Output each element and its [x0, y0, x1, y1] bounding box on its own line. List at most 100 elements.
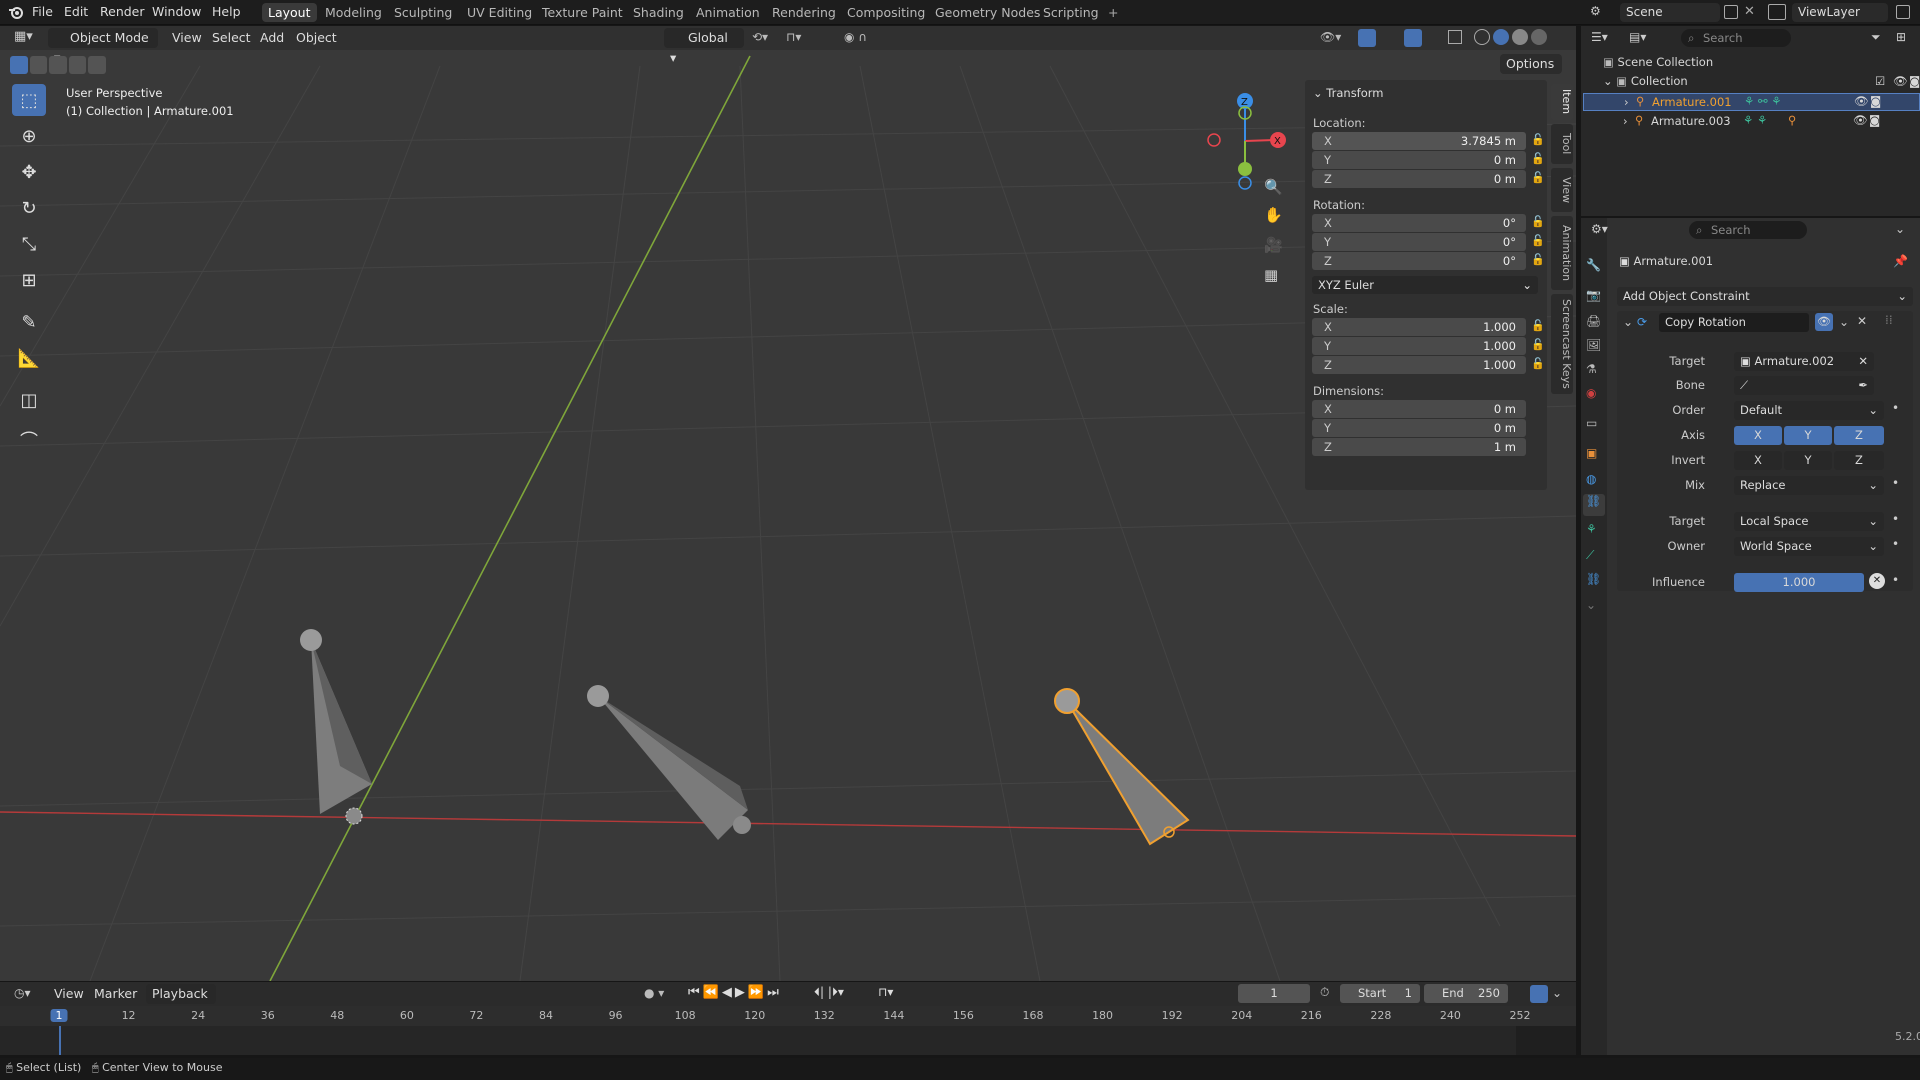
outliner-search-input[interactable]: ⌕ Search [1681, 29, 1791, 47]
chevron-down-icon[interactable]: ⌄ [1839, 315, 1849, 329]
invert-y-toggle[interactable]: Y [1784, 451, 1832, 470]
output-icon[interactable]: 🖨 [1586, 314, 1601, 328]
target-space-dropdown[interactable]: Local Space ⌄ [1734, 512, 1884, 531]
outliner-item-armature-001[interactable]: › ⚲ Armature.001 ⚘ ⚯ ⚘ 👁 ◙ [1583, 93, 1920, 111]
tab-geometry-nodes[interactable]: Geometry Nodes [929, 3, 1046, 22]
jump-start-icon[interactable]: ⏮ [688, 985, 703, 1000]
dimension-y-field[interactable]: Y 0 m [1312, 419, 1526, 437]
pose-icon[interactable]: ⚘ ⚘ [1743, 113, 1767, 127]
order-dropdown[interactable]: Default ⌄ [1734, 401, 1884, 420]
clear-icon[interactable]: ✕ [1858, 352, 1868, 371]
move-tool[interactable]: ✥ [12, 156, 46, 188]
disable-keep-transform-icon[interactable]: ✕ [1869, 573, 1885, 589]
select-subtract-icon[interactable] [49, 56, 67, 74]
annotate-tool[interactable]: ✎ [12, 306, 46, 338]
timeline-menu-view[interactable]: View [54, 986, 84, 1001]
visibility-icon[interactable]: 👁▾ [1320, 30, 1341, 44]
axis-x-toggle[interactable]: X [1734, 426, 1782, 445]
transform-tool[interactable]: ⊞ [12, 264, 46, 296]
lock-icon[interactable]: 🔓 [1531, 234, 1545, 247]
bone-field[interactable]: ⟋ ✒ [1734, 376, 1874, 395]
options-dropdown[interactable]: Options ▾ [1500, 54, 1562, 91]
camera-render-icon[interactable]: ◙ [1870, 94, 1881, 108]
current-frame-field[interactable]: 1 [1238, 984, 1310, 1003]
pin-icon[interactable]: 📌 [1893, 254, 1908, 268]
proportional-edit-icon[interactable]: ◉ ∩ [844, 30, 867, 44]
expand-icon[interactable]: › [1623, 114, 1628, 128]
object-mode-dropdown[interactable]: Object Mode ▾ [48, 28, 158, 65]
collection-row[interactable]: ⌄ ▣ Collection ☑ 👁 ◙ [1603, 74, 1920, 92]
tab-uv-editing[interactable]: UV Editing [461, 3, 538, 22]
bone-constraint-icon[interactable]: ⛓ [1586, 572, 1601, 586]
select-new-icon[interactable] [10, 56, 28, 74]
tab-rendering[interactable]: Rendering [766, 3, 842, 22]
armature-bone-1[interactable] [300, 629, 372, 825]
outliner-editor-icon[interactable]: ☰▾ [1591, 30, 1608, 44]
transform-panel-header[interactable]: ⌄ Transform [1313, 86, 1384, 100]
eye-icon[interactable]: 👁 [1854, 94, 1869, 108]
chevron-down-icon[interactable]: ⌄ [1552, 986, 1562, 1000]
marker-jump-icons[interactable]: ⏴| |⏵▾ [814, 985, 844, 1000]
menu-render[interactable]: Render [100, 4, 145, 19]
perspective-grid-icon[interactable]: ▦ [1264, 266, 1278, 284]
pan-hand-icon[interactable]: ✋ [1264, 206, 1283, 224]
sidebar-tab-screencast-keys[interactable]: Screencast Keys [1551, 294, 1573, 394]
auto-keying-icon[interactable]: ● ▾ [644, 986, 664, 1000]
armature-bone-2[interactable] [587, 685, 751, 840]
tab-layout[interactable]: Layout [262, 3, 317, 22]
rotation-y-field[interactable]: Y 0° [1312, 233, 1526, 251]
camera-render-icon[interactable]: ◙ [1909, 74, 1920, 88]
select-intersect-icon[interactable] [88, 56, 106, 74]
close-icon[interactable]: ✕ [1857, 314, 1867, 328]
close-scene-icon[interactable]: ✕ [1744, 4, 1755, 19]
new-view-layer-icon[interactable] [1896, 5, 1910, 19]
start-frame-field[interactable]: Start 1 [1340, 984, 1420, 1003]
tab-sculpting[interactable]: Sculpting [388, 3, 458, 22]
camera-render-icon[interactable]: ◙ [1869, 113, 1880, 127]
prev-keyframe-icon[interactable]: ⏪ [703, 985, 722, 1000]
scale-tool[interactable]: ⤡ [12, 228, 46, 260]
select-invert-icon[interactable] [68, 56, 87, 74]
lock-icon[interactable]: 🔓 [1531, 319, 1545, 332]
end-frame-field[interactable]: End 250 [1424, 984, 1508, 1003]
select-extend-icon[interactable] [29, 56, 48, 74]
snap-icon[interactable]: ⊓▾ [786, 30, 801, 44]
menu-view[interactable]: View [172, 30, 202, 45]
properties-editor-icon[interactable]: ⚙▾ [1591, 222, 1608, 236]
sync-icon[interactable] [1530, 985, 1548, 1003]
timeline-editor-icon[interactable]: ◷▾ [14, 986, 31, 1000]
overlay-toggle-icon[interactable] [1404, 29, 1422, 47]
rendered-shading-icon[interactable] [1531, 29, 1547, 45]
expand-icon[interactable]: › [1624, 95, 1629, 109]
physics-icon[interactable]: ◍ [1586, 472, 1596, 486]
location-z-field[interactable]: Z 0 m [1312, 170, 1526, 188]
add-workspace-button[interactable]: + [1102, 3, 1124, 22]
pose-icon[interactable]: ⚘ ⚯ ⚘ [1744, 94, 1782, 108]
new-collection-icon[interactable]: ⊞ [1896, 30, 1906, 44]
material-shading-icon[interactable] [1512, 29, 1528, 45]
collection-props-icon[interactable]: ▭ [1586, 416, 1597, 430]
invert-z-toggle[interactable]: Z [1834, 451, 1884, 470]
menu-select[interactable]: Select [212, 30, 251, 45]
camera-icon[interactable]: 🎥 [1264, 236, 1283, 254]
lock-icon[interactable]: 🔓 [1531, 133, 1545, 146]
menu-edit[interactable]: Edit [64, 4, 88, 19]
tab-texture-paint[interactable]: Texture Paint [536, 3, 629, 22]
armature-data-icon[interactable]: ⚲ [1788, 113, 1796, 127]
frame-ruler[interactable]: 1 12 24 36 48 60 72 84 96 108 120 132 144 156 168 180 19… [0, 1006, 1576, 1026]
sidebar-tab-animation[interactable]: Animation [1551, 216, 1573, 290]
render-icon[interactable]: 📷 [1586, 288, 1601, 302]
scene-collection-row[interactable]: ▣ Scene Collection [1603, 55, 1713, 69]
new-scene-icon[interactable] [1724, 5, 1738, 19]
constraint-name-field[interactable]: Copy Rotation [1659, 313, 1809, 332]
constraints-icon[interactable]: ⛓ [1583, 494, 1605, 516]
owner-space-dropdown[interactable]: World Space ⌄ [1734, 537, 1884, 556]
wireframe-shading-icon[interactable] [1474, 29, 1490, 45]
object-props-icon[interactable]: ▣ [1586, 446, 1597, 460]
tab-compositing[interactable]: Compositing [841, 3, 931, 22]
navigation-gizmo[interactable]: Z X [1200, 86, 1300, 196]
chevron-down-icon[interactable]: ⌄ [1895, 222, 1905, 236]
blender-logo-icon[interactable] [8, 4, 24, 20]
sidebar-tab-tool[interactable]: Tool [1551, 124, 1573, 164]
view-layer-icon[interactable] [1768, 4, 1786, 20]
